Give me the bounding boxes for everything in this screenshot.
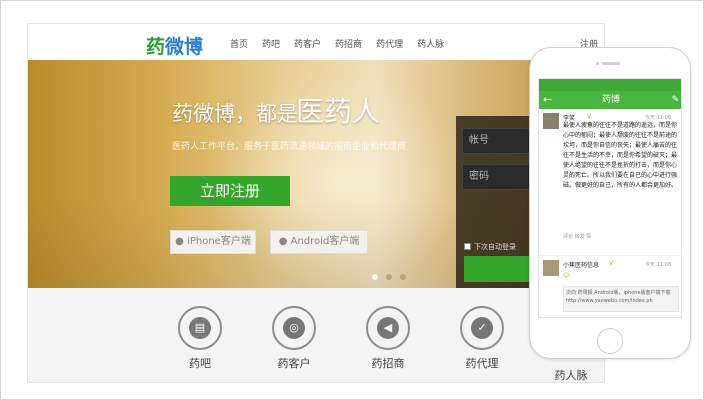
hero-subtitle: 医药人工作平台，服务于医药流通领域的招商企业和代理商 xyxy=(172,142,407,152)
hero-banner: 药微博，都是 医药人 医药人工作平台，服务于医药流通领域的招商企业和代理商 立即… xyxy=(28,60,604,312)
phone-status-bar xyxy=(539,79,681,91)
remember-me[interactable]: 下次自动登录 xyxy=(464,242,516,252)
post-time: 今天 11:08 xyxy=(645,115,671,121)
phone-screen: ← 药博 ✎ 李笑 V 今天 11:08 最使人疲惫的往往不是道路的遥远，而是你… xyxy=(538,78,682,318)
iphone-client-button[interactable]: ● iPhone客户端 xyxy=(170,230,256,254)
nav-investment[interactable]: 药招商 xyxy=(335,37,362,50)
feature-icon-circle: ✓ xyxy=(460,306,504,350)
megaphone-icon: ◀ xyxy=(377,317,399,339)
feature-label: 药客户 xyxy=(277,357,311,370)
post-time: 今天 11:08 xyxy=(645,262,671,268)
edit-icon[interactable]: ✎ xyxy=(671,91,679,109)
nav-home[interactable]: 首页 xyxy=(230,37,248,50)
top-navigation: 药微博 首页 药吧 药客户 药招商 药代理 药人脉 注册 xyxy=(28,24,604,60)
nav-customers[interactable]: 药客户 xyxy=(294,37,321,50)
phone-camera xyxy=(596,62,599,65)
back-arrow-icon[interactable]: ← xyxy=(543,91,552,109)
briefcase-icon: ✓ xyxy=(471,317,493,339)
vip-badge-icon: V xyxy=(587,113,592,120)
feature-label: 药招商 xyxy=(371,357,405,370)
avatar[interactable] xyxy=(543,260,559,276)
vip-badge-icon: V xyxy=(609,260,614,267)
nav-yaoba[interactable]: 药吧 xyxy=(262,37,280,50)
feature-label: 药人脉 xyxy=(554,369,588,382)
site-logo[interactable]: 药微博 xyxy=(146,32,203,59)
feature-customers[interactable]: ◎ 药客户 xyxy=(264,306,324,371)
post-actions[interactable]: 评论 转发 赞 xyxy=(563,233,679,240)
avatar[interactable] xyxy=(543,113,559,129)
feature-section: ▤ 药吧 ◎ 药客户 ◀ 药招商 ✓ 药代理 xyxy=(28,288,604,382)
hero-slogan-highlight: 医药人 xyxy=(296,95,381,128)
feature-label: 药吧 xyxy=(189,357,211,370)
emoji-icon: ☺ xyxy=(563,272,570,279)
nav-network[interactable]: 药人脉 xyxy=(417,37,444,50)
hero-slogan: 药微博，都是 xyxy=(172,102,298,126)
website-preview: 药微博 首页 药吧 药客户 药招商 药代理 药人脉 注册 药微博，都是 医药人 … xyxy=(27,23,605,383)
app-header: ← 药博 ✎ xyxy=(539,91,681,109)
phone-speaker xyxy=(602,62,620,65)
carousel-dot[interactable] xyxy=(400,274,406,280)
screenshot-frame: 药微博 首页 药吧 药客户 药招商 药代理 药人脉 注册 药微博，都是 医药人 … xyxy=(0,0,704,400)
post-username[interactable]: 小蕉医药信息 xyxy=(563,260,599,269)
android-client-button[interactable]: ● Android客户端 xyxy=(270,230,368,254)
post-text: 最使人疲惫的往往不是道路的遥远，而是你心中的郁闷；最使人颓废的往往不是前途的坎坷… xyxy=(563,122,678,189)
feature-label: 药代理 xyxy=(465,357,499,370)
nav-agents[interactable]: 药代理 xyxy=(376,37,403,50)
chat-icon: ▤ xyxy=(189,317,211,339)
search-person-icon: ◎ xyxy=(283,317,305,339)
nav-links: 首页 药吧 药客户 药招商 药代理 药人脉 xyxy=(230,37,458,50)
feature-investment[interactable]: ◀ 药招商 xyxy=(358,306,418,371)
feature-yaoba[interactable]: ▤ 药吧 xyxy=(170,306,230,371)
feature-agents[interactable]: ✓ 药代理 xyxy=(452,306,512,371)
app-title: 药博 xyxy=(601,95,620,105)
apple-icon: ● xyxy=(175,236,184,247)
carousel-dot[interactable] xyxy=(372,274,378,280)
carousel-dots xyxy=(372,274,406,280)
feature-icon-circle: ◎ xyxy=(272,306,316,350)
logo-yao: 药 xyxy=(146,36,166,58)
remember-checkbox[interactable] xyxy=(464,243,471,250)
register-now-button[interactable]: 立即注册 xyxy=(170,176,290,206)
android-icon: ● xyxy=(278,236,288,247)
logo-weibo: 微博 xyxy=(165,36,204,58)
carousel-dot[interactable] xyxy=(386,274,392,280)
feature-icon-circle: ▤ xyxy=(178,306,222,350)
feed-post[interactable]: 李笑 V 今天 11:08 最使人疲惫的往往不是道路的遥远，而是你心中的郁闷；最… xyxy=(539,111,681,247)
feature-icon-circle: ◀ xyxy=(366,306,410,350)
feature-network[interactable]: 药人脉 xyxy=(541,305,601,383)
